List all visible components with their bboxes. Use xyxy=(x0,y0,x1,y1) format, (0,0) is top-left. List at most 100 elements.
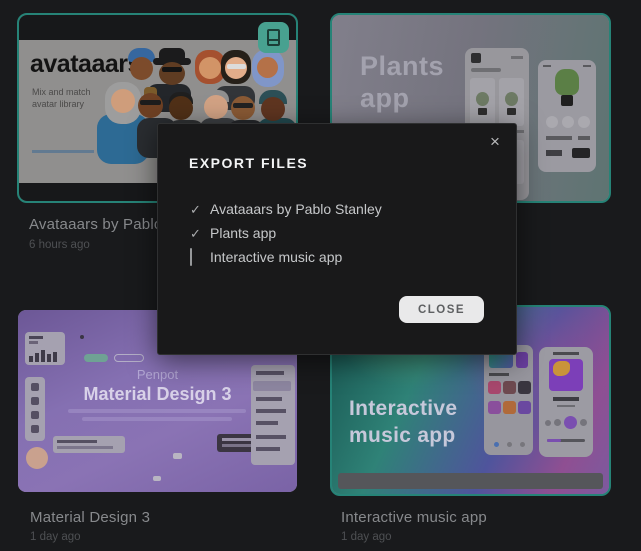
plant-leaves xyxy=(555,69,579,95)
phone-ui-element xyxy=(557,405,575,407)
editor-sidebar xyxy=(251,365,295,465)
album-tile xyxy=(488,401,501,414)
thumb-text-line2: music app xyxy=(349,424,456,448)
plant-leaves xyxy=(505,92,518,106)
shared-library-badge xyxy=(258,22,289,53)
tagline-line1: Mix and match xyxy=(32,86,91,98)
phone-mockup xyxy=(539,347,593,457)
phone-buy-button xyxy=(572,148,590,158)
panel-text xyxy=(256,397,282,401)
phone-ui-element xyxy=(562,116,574,128)
row-icon-wrap: ✓ xyxy=(190,225,210,242)
panel-text xyxy=(222,444,252,447)
phone-price-text xyxy=(546,150,562,156)
chart-bar xyxy=(41,350,45,362)
decor-link-bar xyxy=(32,150,94,153)
avatar-sunglasses xyxy=(162,67,182,72)
comment-card xyxy=(53,436,125,453)
layer-row-selected xyxy=(253,381,291,391)
tool-icon xyxy=(31,425,39,433)
exporting-progress-icon xyxy=(190,248,192,266)
thumb-headline: avataaars xyxy=(30,50,141,79)
phone-ui-element xyxy=(489,373,509,376)
panel-text xyxy=(57,440,97,443)
panel-text xyxy=(256,447,280,451)
album-tile xyxy=(503,381,516,394)
thumb-header-bar xyxy=(19,15,296,40)
export-list-item: ✓ Plants app xyxy=(190,225,484,249)
progress-fill xyxy=(547,439,561,442)
panel-text xyxy=(256,409,286,413)
album-tile xyxy=(518,381,531,394)
avatar-head xyxy=(257,57,278,78)
decor-pill xyxy=(114,354,144,362)
decor-text-bar xyxy=(68,409,246,413)
thumb-tagline: Mix and match avatar library xyxy=(32,86,91,110)
fab-button-shape xyxy=(26,447,48,469)
avatar-glasses xyxy=(140,100,161,105)
export-file-list: ✓ Avataaars by Pablo Stanley ✓ Plants ap… xyxy=(190,201,484,273)
panel-text xyxy=(256,435,286,439)
thumb-text-line2: app xyxy=(360,83,410,114)
file-modified-time: 1 day ago xyxy=(30,531,81,543)
nav-dot xyxy=(494,442,499,447)
export-item-label: Interactive music app xyxy=(210,249,342,265)
plant-leaves xyxy=(476,92,489,106)
album-tile xyxy=(518,401,531,414)
nav-dot xyxy=(507,442,512,447)
phone-ui-element xyxy=(471,53,481,63)
phone-ui-element xyxy=(578,116,590,128)
tool-icon xyxy=(31,411,39,419)
thumb-text-line1: Plants xyxy=(360,51,444,82)
avatar-head xyxy=(231,96,255,120)
avatar-head xyxy=(130,57,153,80)
check-icon: ✓ xyxy=(190,202,201,217)
close-button[interactable]: CLOSE xyxy=(399,296,484,323)
panel-text xyxy=(29,336,43,339)
avatar-head xyxy=(159,62,185,85)
avatar-head xyxy=(204,95,228,119)
avatar-head xyxy=(111,89,135,113)
modal-title: EXPORT FILES xyxy=(189,155,308,171)
thumb-text-line1: Interactive xyxy=(349,397,457,421)
export-item-label: Avataaars by Pablo Stanley xyxy=(210,201,382,217)
avatar-head xyxy=(169,96,193,120)
album-tile xyxy=(503,401,516,414)
album-art xyxy=(549,359,583,391)
phone-mockup xyxy=(484,345,533,455)
phone-ui-element xyxy=(511,56,523,59)
plant-pot xyxy=(561,95,573,106)
avatar-head xyxy=(138,93,163,118)
decor-dot xyxy=(80,335,84,339)
panel-text xyxy=(256,371,284,375)
play-button xyxy=(564,416,577,429)
avatar-glasses xyxy=(227,64,246,69)
phone-ui-element xyxy=(546,136,572,140)
plant-pot xyxy=(478,108,487,115)
phone-mockup xyxy=(538,60,596,172)
close-icon[interactable]: × xyxy=(484,131,506,153)
check-icon: ✓ xyxy=(190,226,201,241)
phone-ui-element xyxy=(583,65,591,67)
decor-dot xyxy=(153,476,161,481)
editor-panel xyxy=(25,332,65,365)
thumb-bottom-strip xyxy=(338,473,603,489)
phone-ui-element xyxy=(578,136,590,140)
avatar-glasses xyxy=(233,103,253,108)
file-name-interactive-music-app[interactable]: Interactive music app xyxy=(341,509,487,526)
player-control xyxy=(580,419,587,426)
phone-ui-element xyxy=(543,65,551,67)
avatar-head xyxy=(261,97,285,121)
decor-dot xyxy=(173,453,182,459)
panel-text xyxy=(57,446,113,449)
album-banner xyxy=(516,352,528,368)
decor-pill xyxy=(84,354,108,362)
phone-ui-element xyxy=(546,116,558,128)
export-files-modal: EXPORT FILES × ✓ Avataaars by Pablo Stan… xyxy=(157,123,517,355)
avatar-head xyxy=(199,57,221,79)
library-book-icon xyxy=(267,29,280,46)
chart-bar xyxy=(47,354,51,362)
phone-ui-element xyxy=(553,352,579,355)
file-name-material-design-3[interactable]: Material Design 3 xyxy=(30,509,150,526)
chart-bar xyxy=(53,352,57,362)
